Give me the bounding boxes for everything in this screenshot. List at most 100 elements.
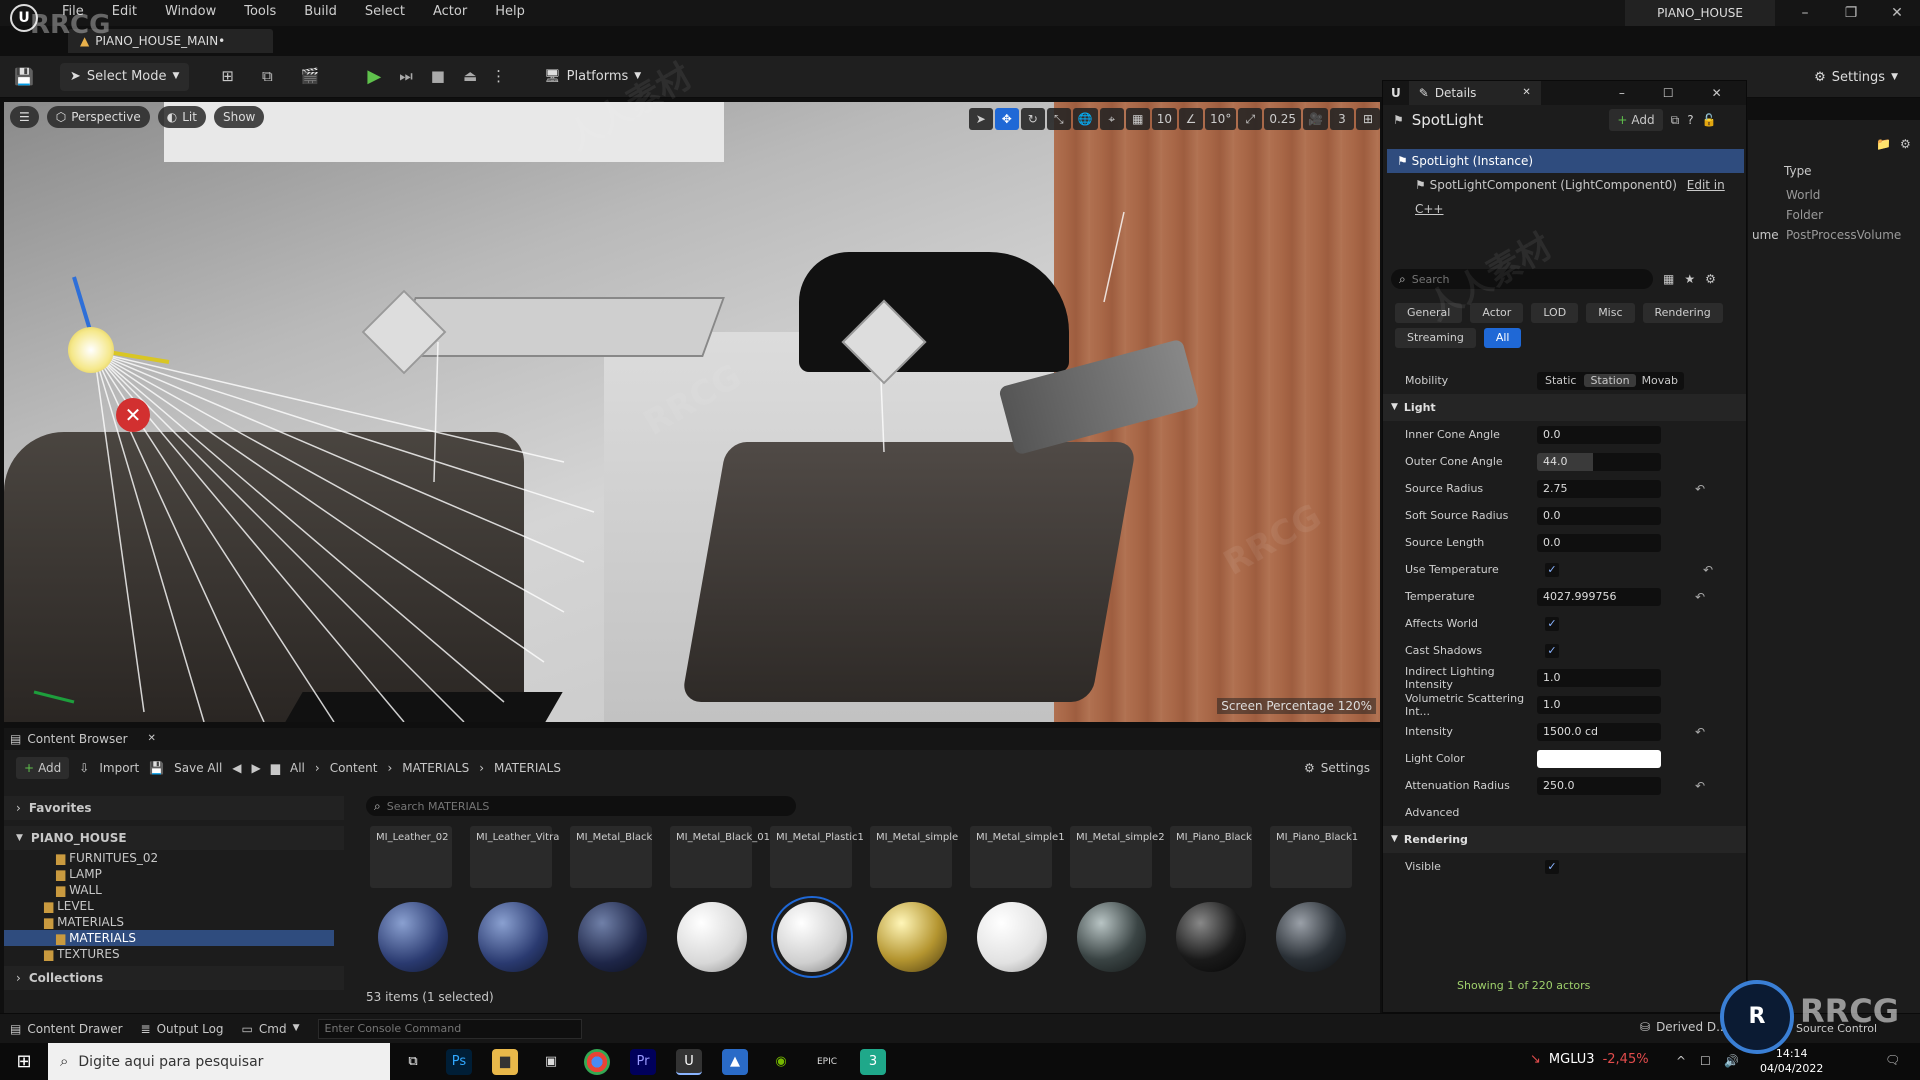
property-value[interactable]: 0.0 — [1537, 533, 1661, 552]
menu-actor[interactable]: Actor — [419, 0, 481, 24]
close-tab-icon[interactable]: ✕ — [1522, 88, 1530, 98]
instance-row[interactable]: ⚑ SpotLight (Instance) — [1387, 149, 1744, 173]
viewport-menu-button[interactable]: ☰ — [10, 106, 39, 128]
breadcrumb-materials-sub[interactable]: MATERIALS — [494, 761, 561, 775]
save-icon[interactable]: 💾 — [14, 68, 34, 85]
app-3-icon[interactable]: 3 — [860, 1048, 886, 1075]
affects-world-checkbox[interactable]: ✓ — [1545, 616, 1559, 631]
platforms-button[interactable]: 🖥 Platforms ▼ — [534, 63, 651, 91]
asset-tile[interactable]: MI_Piano_Black — [1170, 826, 1252, 888]
rotation-snap-value[interactable]: 10° — [1205, 108, 1237, 130]
favorites-header[interactable]: › Favorites — [4, 796, 344, 820]
minimize-button[interactable]: – — [1782, 0, 1828, 26]
material-thumbnail-selected[interactable] — [771, 896, 853, 978]
property-value[interactable]: 1.0 — [1537, 695, 1661, 714]
collections-header[interactable]: › Collections — [4, 966, 344, 990]
asset-tile[interactable]: MI_Metal_Black_01 — [670, 826, 770, 888]
grid-snap-icon[interactable]: ▦ — [1125, 108, 1150, 130]
output-log-button[interactable]: ≣ Output Log — [141, 1022, 224, 1036]
windows-start-icon[interactable]: ⊞ — [0, 1052, 48, 1071]
material-thumbnail[interactable] — [477, 902, 548, 972]
camera-speed-value[interactable]: 3 — [1330, 108, 1354, 130]
material-thumbnail[interactable] — [677, 902, 748, 972]
close-tab-icon[interactable]: ✕ — [148, 734, 156, 744]
material-thumbnail[interactable] — [1176, 902, 1247, 972]
scale-tool-icon[interactable]: ⤡ — [1046, 108, 1071, 130]
blueprint-icon[interactable]: ⧉ — [1671, 114, 1680, 126]
cast-shadows-checkbox[interactable]: ✓ — [1545, 643, 1559, 658]
scale-snap-icon[interactable]: ⤢ — [1238, 108, 1263, 130]
level-viewport[interactable]: ✕ ☰ ⬡ Perspective ◐ Lit Show ➤ ✥ ↻ ⤡ 🌐 ⌖… — [4, 102, 1380, 722]
folder-item[interactable]: ▆ TEXTURES — [4, 946, 344, 962]
maximize-icon[interactable]: ☐ — [1663, 87, 1674, 99]
add-actor-icon[interactable]: ⊞ — [221, 69, 234, 84]
menu-build[interactable]: Build — [290, 0, 351, 24]
property-value[interactable]: 44.0 — [1537, 452, 1661, 471]
rendering-section-header[interactable]: ▼ Rendering — [1383, 826, 1746, 853]
store-icon[interactable]: ▣ — [538, 1049, 564, 1075]
level-tab[interactable]: ▲ PIANO_HOUSE_MAIN• — [68, 29, 273, 53]
content-browser-tab[interactable]: Content Browser — [27, 732, 127, 746]
reset-arrow-icon[interactable]: ↶ — [1691, 482, 1709, 496]
material-thumbnail[interactable] — [976, 902, 1047, 972]
premiere-icon[interactable]: Pr — [630, 1048, 656, 1075]
details-search-input[interactable] — [1411, 272, 1612, 286]
content-settings-button[interactable]: ⚙ Settings — [1304, 761, 1370, 775]
settings-button[interactable]: ⚙ Settings ▼ — [1804, 63, 1908, 91]
asset-tile[interactable]: MI_Metal_simple1 — [970, 826, 1065, 888]
blueprint-icon[interactable]: ⧉ — [262, 69, 273, 84]
photoshop-icon[interactable]: Ps — [446, 1048, 472, 1075]
menu-window[interactable]: Window — [151, 0, 230, 24]
mobility-movable[interactable]: Movab — [1636, 374, 1684, 387]
category-misc[interactable]: Misc — [1586, 303, 1635, 323]
grid-snap-value[interactable]: 10 — [1151, 108, 1178, 130]
close-button[interactable]: ✕ — [1874, 0, 1920, 26]
menu-edit[interactable]: Edit — [98, 0, 151, 24]
property-value[interactable]: 250.0 — [1537, 776, 1661, 795]
outliner-row-type[interactable]: Folder — [1786, 208, 1823, 222]
asset-tile[interactable]: MI_Leather_02 — [370, 826, 452, 888]
folder-item[interactable]: ▆ LAMP — [4, 866, 344, 882]
cinematics-icon[interactable]: 🎬 — [301, 69, 320, 84]
select-mode-button[interactable]: ➤ Select Mode ▼ — [59, 62, 190, 91]
outliner-row-name[interactable]: ume — [1752, 228, 1779, 242]
asset-search-field[interactable]: ⌕ — [366, 796, 796, 816]
import-button[interactable]: Import — [99, 761, 139, 775]
category-actor[interactable]: Actor — [1470, 303, 1524, 323]
table-view-icon[interactable]: ▦ — [1663, 273, 1674, 285]
stop-icon[interactable]: ■ — [431, 69, 445, 84]
advanced-row[interactable]: Advanced — [1383, 799, 1746, 826]
material-thumbnail[interactable] — [1076, 902, 1147, 972]
light-color-swatch[interactable] — [1537, 749, 1661, 768]
surface-snap-icon[interactable]: ⌖ — [1099, 108, 1124, 130]
save-icon[interactable]: 💾 — [149, 762, 164, 774]
menu-select[interactable]: Select — [351, 0, 419, 24]
mobility-static[interactable]: Static — [1537, 374, 1584, 387]
file-explorer-icon[interactable]: ▆ — [492, 1048, 518, 1075]
asset-tile[interactable]: MI_Metal_Plastic1 — [770, 826, 864, 888]
tray-chevron-icon[interactable]: ^ — [1676, 1055, 1686, 1067]
perspective-button[interactable]: ⬡ Perspective — [46, 106, 150, 128]
camera-speed-icon[interactable]: 🎥 — [1303, 108, 1328, 130]
world-space-icon[interactable]: 🌐 — [1072, 108, 1098, 130]
reset-arrow-icon[interactable]: ↶ — [1691, 779, 1709, 793]
asset-tile[interactable]: MI_Metal_simple — [870, 826, 958, 888]
volume-icon[interactable]: 🔊 — [1724, 1055, 1739, 1067]
unreal-engine-icon[interactable]: U — [676, 1048, 702, 1075]
folder-item[interactable]: ▆ FURNITUES_02 — [4, 850, 344, 866]
folder-item[interactable]: ▆ MATERIALS — [4, 914, 344, 930]
rotation-snap-icon[interactable]: ∠ — [1179, 108, 1204, 130]
breadcrumb-content[interactable]: Content — [330, 761, 378, 775]
photos-icon[interactable]: ▲ — [722, 1048, 748, 1075]
property-value[interactable]: 1500.0 cd — [1537, 722, 1661, 741]
menu-help[interactable]: Help — [481, 0, 539, 24]
add-component-button[interactable]: + Add — [1609, 109, 1663, 131]
property-value[interactable]: 0.0 — [1537, 506, 1661, 525]
rotate-tool-icon[interactable]: ↻ — [1020, 108, 1045, 130]
asset-tile[interactable]: MI_Piano_Black1 — [1270, 826, 1358, 888]
use-temperature-checkbox[interactable]: ✓ — [1545, 562, 1559, 577]
category-streaming[interactable]: Streaming — [1395, 328, 1476, 348]
asset-search-input[interactable] — [386, 799, 767, 813]
gear-icon[interactable]: ⚙ — [1900, 138, 1911, 150]
outliner-row-type[interactable]: PostProcessVolume — [1786, 228, 1901, 242]
